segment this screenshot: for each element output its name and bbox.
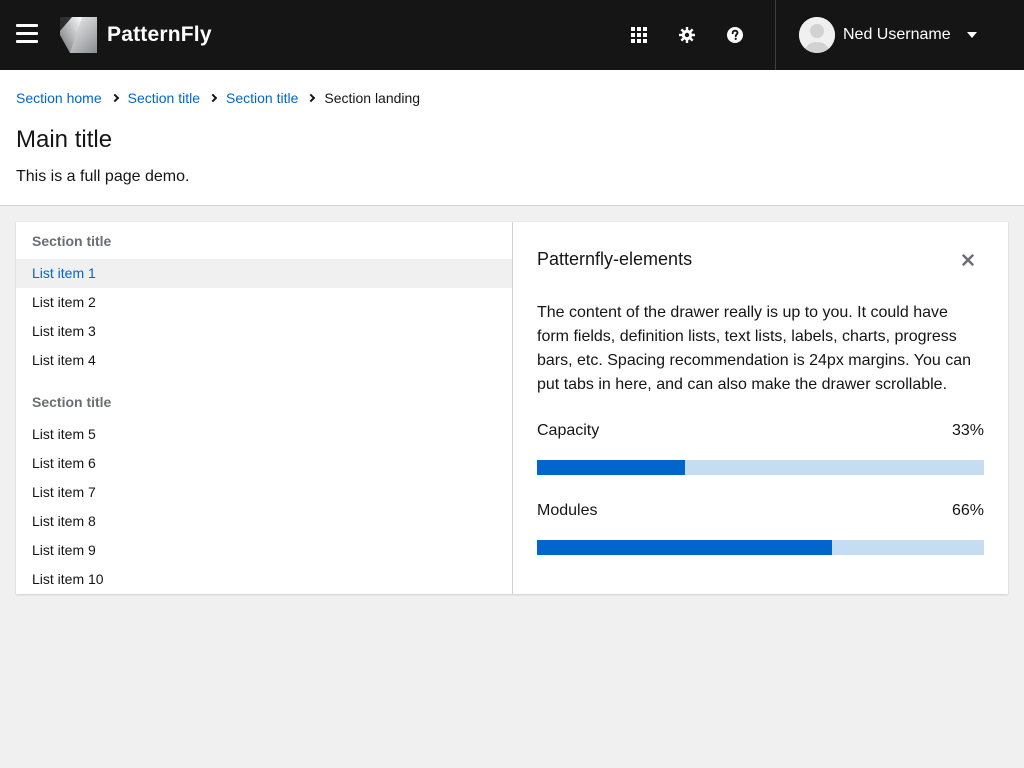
gear-icon[interactable] [675,23,699,47]
brand-logo[interactable]: PatternFly [60,17,212,53]
nav-section-title: Section title [32,233,112,249]
close-icon[interactable] [956,248,980,272]
breadcrumb-current: Section landing [324,90,421,106]
breadcrumb-chevron-icon [110,93,119,103]
nav-item-2[interactable]: List item 2 [16,288,512,317]
side-nav: Section title List item 1 List item 2 Li… [16,222,513,594]
nav-item-5[interactable]: List item 5 [16,420,512,449]
progress-bar-modules [537,540,984,555]
patternfly-logo-icon [60,17,97,53]
breadcrumb-link-section-home[interactable]: Section home [16,90,102,106]
nav-item-6[interactable]: List item 6 [16,449,512,478]
hamburger-icon[interactable] [16,24,38,44]
nav-item-10[interactable]: List item 10 [16,565,512,594]
brand-name: PatternFly [107,23,212,46]
progress-label-capacity: Capacity [537,422,600,439]
progress-fill-capacity [537,460,685,475]
masthead: PatternFly Ned Username [0,0,1024,70]
breadcrumb-chevron-icon [307,93,316,103]
progress-value-modules: 66% [951,502,984,519]
help-icon[interactable] [723,23,747,47]
masthead-divider [775,0,776,70]
nav-item-1[interactable]: List item 1 [16,259,512,288]
breadcrumb-link-section-title-2[interactable]: Section title [226,90,298,106]
breadcrumb: Section home Section title Section title… [16,90,420,106]
avatar [799,17,835,53]
nav-item-7[interactable]: List item 7 [16,478,512,507]
nav-item-3[interactable]: List item 3 [16,317,512,346]
drawer-panel: Patternfly-elements The content of the d… [513,222,1008,594]
progress-value-capacity: 33% [951,422,984,439]
caret-down-icon [966,32,977,38]
user-dropdown[interactable]: Ned Username [799,17,977,53]
breadcrumb-chevron-icon [208,93,218,103]
nav-item-4[interactable]: List item 4 [16,346,512,375]
content-card: Section title List item 1 List item 2 Li… [16,222,1008,594]
apps-grid-icon[interactable] [627,23,651,47]
progress-fill-modules [537,540,833,555]
drawer-title: Patternfly-elements [537,249,693,269]
nav-item-8[interactable]: List item 8 [16,507,512,536]
page-header-section: Section home Section title Section title… [0,70,1024,206]
page-description: This is a full page demo. [16,168,190,185]
progress-label-modules: Modules [537,502,598,519]
page-title: Main title [16,126,113,153]
drawer-body-text: The content of the drawer really is up t… [537,304,972,393]
user-name: Ned Username [843,26,951,43]
progress-bar-capacity [537,460,984,475]
nav-section-title: Section title [32,394,112,410]
breadcrumb-link-section-title[interactable]: Section title [128,90,200,106]
nav-item-9[interactable]: List item 9 [16,536,512,565]
